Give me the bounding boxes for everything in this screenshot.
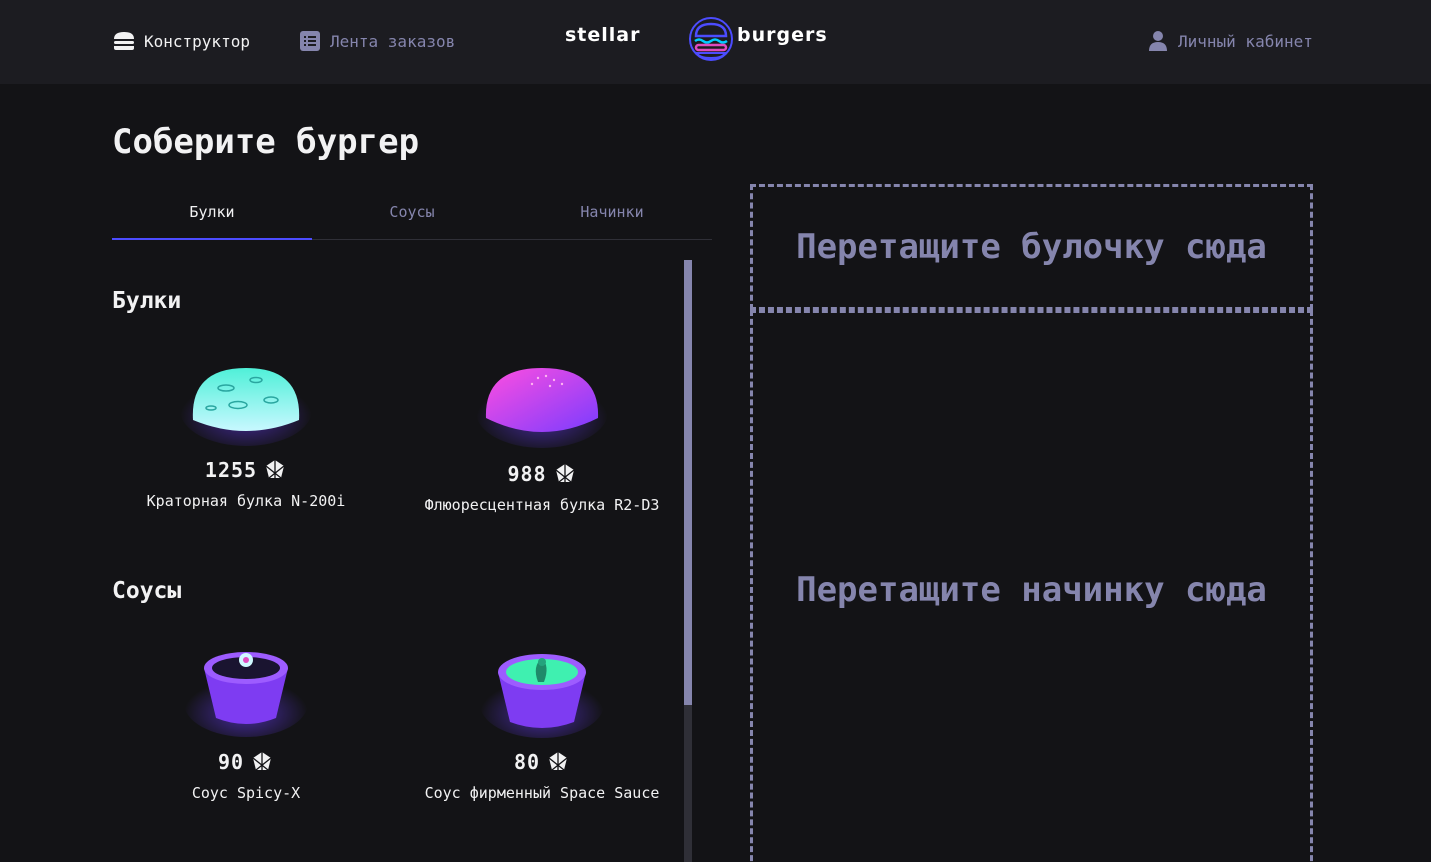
section-title-buns: Булки <box>112 288 182 314</box>
price-value: 1255 <box>204 458 258 482</box>
currency-icon <box>252 752 272 771</box>
price-value: 90 <box>217 750 245 774</box>
nav-feed-label: Лента заказов <box>330 31 456 51</box>
ingredient-price: 988 <box>406 462 678 486</box>
profile-icon <box>1146 29 1170 53</box>
tab-sauces[interactable]: Соусы <box>312 194 512 240</box>
page-title: Соберите бургер <box>112 122 420 162</box>
ingredient-name: Соус Spicy-X <box>191 784 301 802</box>
fluorescent-bun-icon <box>476 368 608 448</box>
space-sauce-icon <box>480 654 604 738</box>
scrollbar-thumb[interactable] <box>684 260 692 705</box>
app-header: Конструктор Лента заказов stellar burger… <box>0 0 1431 84</box>
ingredient-card[interactable]: 90 Соус Spicy-X <box>110 638 382 802</box>
logo-word-left: stellar <box>565 24 641 46</box>
bun-drop-placeholder: Перетащите булочку сюда <box>796 227 1267 267</box>
ingredient-name: Флюоресцентная булка R2-D3 <box>424 496 660 514</box>
filling-drop-zone[interactable]: Перетащите начинку сюда <box>750 310 1313 862</box>
ingredient-price: 80 <box>406 750 678 774</box>
ingredient-price: 90 <box>110 750 382 774</box>
stellar-burgers-logo[interactable]: stellar burgers <box>565 14 857 64</box>
currency-icon <box>265 460 285 479</box>
ingredient-tabs: Булки Соусы Начинки <box>112 194 712 240</box>
ingredient-name: Краторная булка N-200i <box>146 492 346 510</box>
crater-bun-icon <box>180 368 312 446</box>
nav-constructor-label: Конструктор <box>144 31 250 51</box>
tab-buns[interactable]: Булки <box>112 194 312 240</box>
nav-profile-label: Личный кабинет <box>1178 31 1313 51</box>
spicy-sauce-icon <box>184 652 308 737</box>
price-value: 80 <box>513 750 541 774</box>
burger-icon <box>112 29 136 53</box>
list-icon <box>298 29 322 53</box>
currency-icon <box>555 464 574 483</box>
nav-profile[interactable]: Личный кабинет <box>1146 28 1313 54</box>
ingredient-card[interactable]: 80 Соус фирменный Space Sauce <box>406 638 678 802</box>
burger-logo-icon <box>689 17 733 61</box>
section-title-sauces: Соусы <box>112 578 182 604</box>
ingredient-name: Соус фирменный Space Sauce <box>424 784 660 802</box>
bun-drop-zone[interactable]: Перетащите булочку сюда <box>750 184 1313 310</box>
tab-fillings[interactable]: Начинки <box>512 194 712 240</box>
nav-constructor[interactable]: Конструктор <box>112 28 250 54</box>
ingredient-card[interactable]: 1255 Краторная булка N-200i <box>110 350 382 510</box>
nav-order-feed[interactable]: Лента заказов <box>298 28 455 54</box>
filling-drop-placeholder: Перетащите начинку сюда <box>796 570 1267 610</box>
logo-word-right: burgers <box>737 24 828 46</box>
ingredient-price: 1255 <box>110 458 382 482</box>
ingredient-card[interactable]: 988 Флюоресцентная булка R2-D3 <box>406 350 678 514</box>
price-value: 988 <box>507 462 547 486</box>
currency-icon <box>548 752 568 771</box>
